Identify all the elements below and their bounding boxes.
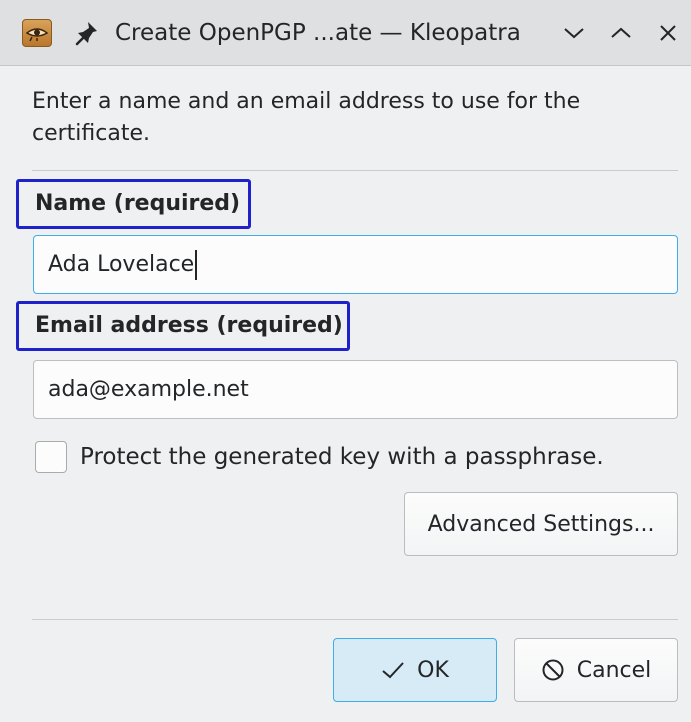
ok-button[interactable]: OK: [333, 638, 497, 702]
kleopatra-app-icon: [22, 19, 52, 47]
chevron-up-icon: [611, 27, 631, 38]
minimize-button[interactable]: [557, 16, 591, 50]
email-input[interactable]: ada@example.net: [33, 360, 678, 419]
title-bar[interactable]: Create OpenPGP ...ate — Kleopatra: [0, 0, 691, 66]
maximize-button[interactable]: [604, 16, 638, 50]
text-caret: [195, 250, 198, 280]
window-title: Create OpenPGP ...ate — Kleopatra: [115, 20, 521, 46]
cancel-label: Cancel: [576, 657, 652, 683]
cancel-icon: [541, 658, 565, 682]
name-input[interactable]: Ada Lovelace: [33, 235, 678, 294]
advanced-settings-button[interactable]: Advanced Settings...: [404, 492, 678, 556]
passphrase-checkbox[interactable]: [35, 441, 67, 473]
checkmark-icon: [381, 660, 405, 680]
close-icon: [660, 25, 676, 41]
pin-icon[interactable]: [74, 19, 100, 47]
divider: [32, 170, 678, 171]
email-label: Email address (required): [16, 301, 350, 351]
dialog-window: Create OpenPGP ...ate — Kleopatra Enter …: [0, 0, 691, 722]
cancel-button[interactable]: Cancel: [514, 638, 678, 702]
intro-text: Enter a name and an email address to use…: [32, 89, 581, 146]
advanced-settings-label: Advanced Settings...: [427, 511, 655, 537]
ok-label: OK: [417, 657, 449, 683]
divider: [32, 619, 678, 620]
name-input-value: Ada Lovelace: [48, 252, 195, 277]
passphrase-checkbox-label[interactable]: Protect the generated key with a passphr…: [80, 440, 604, 474]
chevron-down-icon: [564, 28, 584, 39]
email-input-value: ada@example.net: [48, 377, 249, 402]
close-button[interactable]: [651, 16, 685, 50]
name-label: Name (required): [16, 179, 251, 229]
